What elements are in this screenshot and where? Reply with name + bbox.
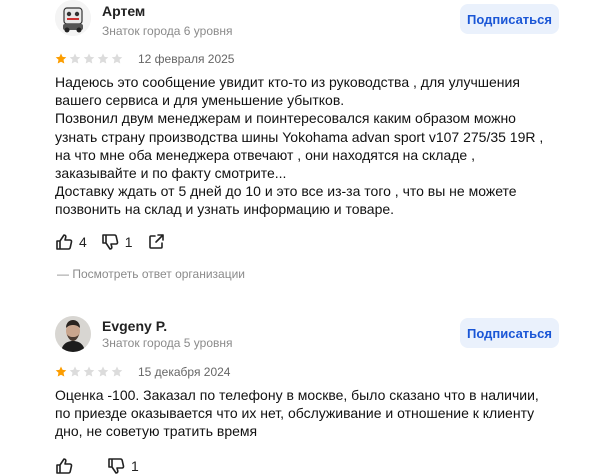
review-actions: 4 1 xyxy=(55,233,185,251)
author-level: Знаток города 5 уровня xyxy=(102,336,233,350)
share-icon xyxy=(148,234,164,249)
thumbs-up-icon xyxy=(56,234,73,250)
dislike-count: 1 xyxy=(131,458,139,474)
review-actions: 1 xyxy=(55,457,153,475)
rating-stars xyxy=(55,366,123,378)
review-date: 12 февраля 2025 xyxy=(138,52,235,66)
like-button[interactable] xyxy=(55,457,79,475)
subscribe-button[interactable]: Подписаться xyxy=(460,318,559,348)
avatar[interactable] xyxy=(55,0,91,36)
star-empty-icon xyxy=(83,366,95,377)
dislike-button[interactable]: 1 xyxy=(107,457,139,475)
view-org-answer-link[interactable]: — Посмотреть ответ организации xyxy=(57,267,245,281)
star-empty-icon xyxy=(111,53,123,64)
star-empty-icon xyxy=(97,366,109,377)
subscribe-button[interactable]: Подписаться xyxy=(460,4,559,34)
thumbs-down-icon xyxy=(101,234,119,250)
star-empty-icon xyxy=(83,53,95,64)
review-date: 15 декабря 2024 xyxy=(138,365,231,379)
star-filled-icon xyxy=(55,53,67,64)
review-text: Оценка -100. Заказал по телефону в москв… xyxy=(55,387,539,440)
thumbs-down-icon xyxy=(108,458,125,474)
thumbs-up-icon xyxy=(56,458,73,474)
star-empty-icon xyxy=(97,53,109,64)
author-level: Знаток города 6 уровня xyxy=(102,24,233,38)
avatar[interactable] xyxy=(55,316,91,352)
like-button[interactable]: 4 xyxy=(55,233,87,251)
avatar-image xyxy=(55,0,91,36)
star-empty-icon xyxy=(69,366,81,377)
star-empty-icon xyxy=(111,366,123,377)
rating-stars xyxy=(55,53,123,65)
avatar-image xyxy=(55,316,91,352)
star-filled-icon xyxy=(55,366,67,377)
author-name[interactable]: Evgeny P. xyxy=(102,318,167,334)
review-text: Надеюсь это сообщение увидит кто-то из р… xyxy=(55,74,544,218)
star-empty-icon xyxy=(69,53,81,64)
dislike-button[interactable]: 1 xyxy=(101,233,133,251)
share-button[interactable] xyxy=(147,233,171,251)
author-name[interactable]: Артем xyxy=(102,3,145,19)
like-count: 4 xyxy=(79,234,87,250)
dislike-count: 1 xyxy=(124,234,133,250)
